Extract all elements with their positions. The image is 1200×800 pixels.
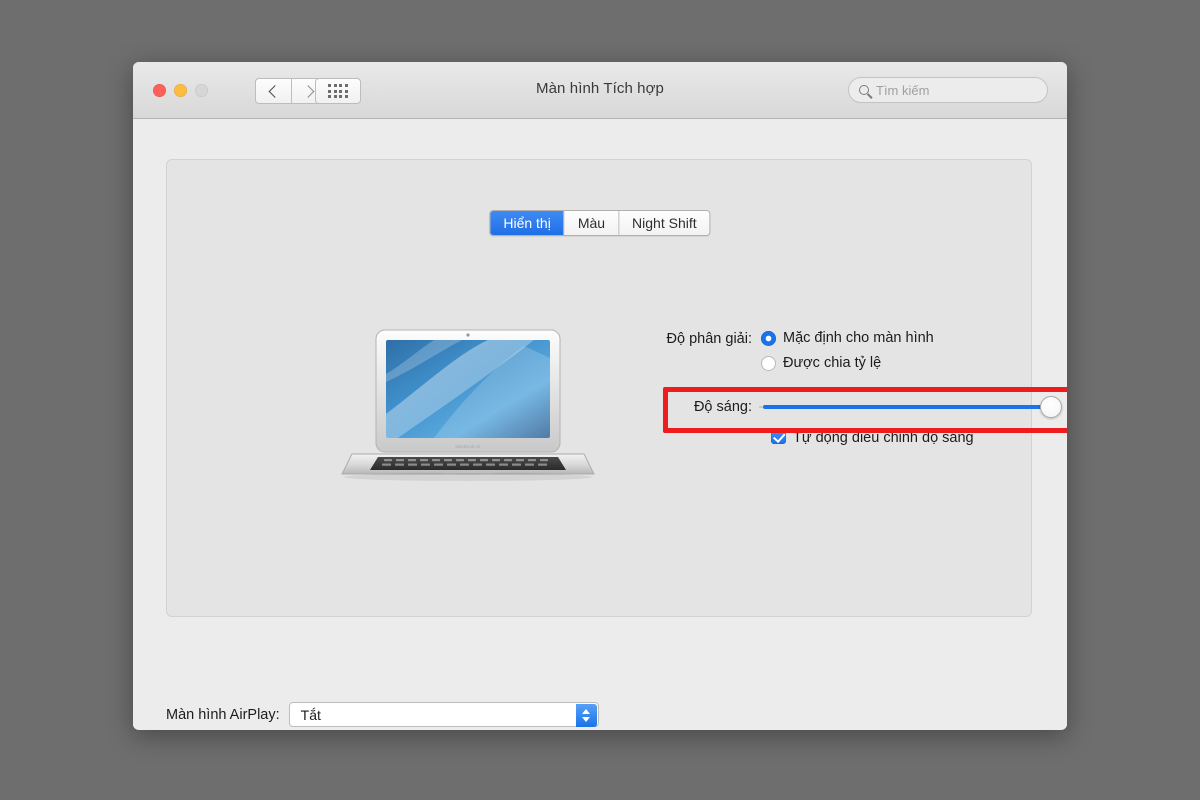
display-settings-group: Độ phân giải: Mặc định cho màn hình Được… bbox=[633, 329, 1062, 446]
chevron-updown-icon[interactable] bbox=[575, 704, 597, 727]
auto-brightness-checkbox[interactable] bbox=[771, 429, 786, 444]
radio-selected-icon[interactable] bbox=[761, 331, 776, 346]
tab-display[interactable]: Hiển thị bbox=[490, 211, 564, 235]
chevron-up-icon bbox=[582, 709, 591, 714]
airplay-dropdown[interactable]: Tắt bbox=[288, 702, 599, 727]
tab-bar: Hiển thị Màu Night Shift bbox=[489, 210, 711, 236]
chevron-down-icon bbox=[582, 717, 591, 722]
system-preferences-window: Màn hình Tích hợp Tìm kiếm Hiển thị Màu … bbox=[133, 62, 1067, 730]
auto-brightness-row[interactable]: Tự động điều chỉnh độ sáng bbox=[771, 429, 974, 447]
airplay-label: Màn hình AirPlay: bbox=[166, 706, 280, 723]
resolution-option-scaled-label: Được chia tỷ lệ bbox=[783, 355, 882, 371]
airplay-row: Màn hình AirPlay: Tắt bbox=[166, 702, 599, 727]
brightness-row: Độ sáng: bbox=[633, 396, 1062, 418]
tab-color[interactable]: Màu bbox=[563, 211, 619, 235]
svg-text:MacBook Air: MacBook Air bbox=[455, 444, 481, 449]
search-field[interactable]: Tìm kiếm bbox=[848, 77, 1048, 103]
brightness-slider-knob[interactable] bbox=[1040, 396, 1062, 418]
window-body: Hiển thị Màu Night Shift MacBook Air Độ … bbox=[133, 119, 1067, 729]
brightness-label: Độ sáng: bbox=[693, 399, 752, 415]
radio-unselected-icon[interactable] bbox=[761, 356, 776, 371]
window-titlebar: Màn hình Tích hợp Tìm kiếm bbox=[133, 62, 1067, 119]
display-preview-image: MacBook Air bbox=[338, 324, 598, 484]
resolution-options: Mặc định cho màn hình Được chia tỷ lệ bbox=[761, 329, 934, 379]
resolution-label: Độ phân giải: bbox=[666, 331, 752, 347]
resolution-option-default[interactable]: Mặc định cho màn hình bbox=[761, 329, 934, 348]
brightness-slider[interactable] bbox=[759, 396, 1062, 418]
resolution-option-default-label: Mặc định cho màn hình bbox=[783, 330, 934, 346]
tab-night-shift[interactable]: Night Shift bbox=[618, 211, 710, 235]
airplay-value: Tắt bbox=[300, 706, 321, 723]
search-icon bbox=[859, 85, 869, 95]
search-placeholder: Tìm kiếm bbox=[876, 82, 930, 98]
resolution-row: Độ phân giải: Mặc định cho màn hình Được… bbox=[633, 329, 1053, 379]
auto-brightness-label: Tự động điều chỉnh độ sáng bbox=[793, 430, 974, 446]
resolution-option-scaled[interactable]: Được chia tỷ lệ bbox=[761, 354, 934, 373]
